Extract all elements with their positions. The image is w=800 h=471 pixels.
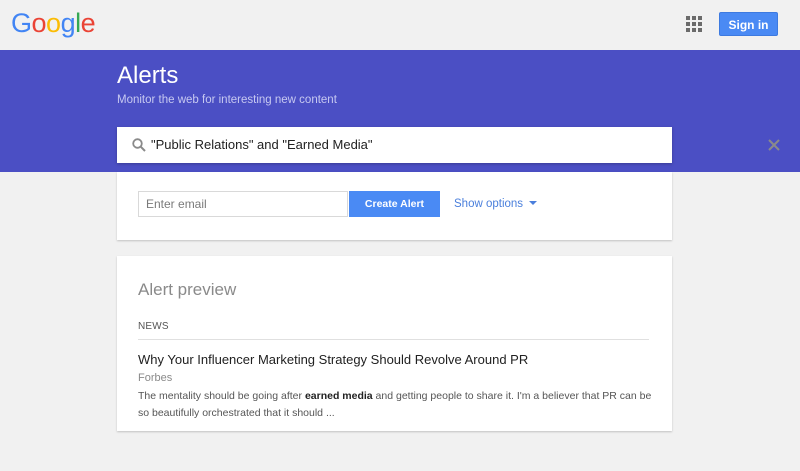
google-logo[interactable]: Google	[11, 8, 96, 38]
create-alert-card: Enter email Create Alert Show options	[117, 172, 672, 240]
search-icon	[132, 138, 146, 152]
chevron-down-icon	[529, 201, 538, 205]
top-bar: Google Sign in	[0, 0, 800, 50]
logo-letter: e	[80, 8, 96, 38]
alert-query-field[interactable]: "Public Relations" and "Earned Media"	[117, 127, 780, 163]
sign-in-button[interactable]: Sign in	[719, 12, 778, 36]
apps-grid-icon[interactable]	[686, 16, 702, 32]
page-subtitle: Monitor the web for interesting new cont…	[117, 94, 337, 106]
divider	[138, 339, 649, 340]
article-title-link[interactable]: Why Your Influencer Marketing Strategy S…	[138, 352, 528, 368]
section-label-news: NEWS	[138, 321, 169, 332]
page-title: Alerts	[117, 62, 179, 89]
logo-letter: o	[46, 8, 61, 38]
email-field[interactable]: Enter email	[138, 191, 348, 217]
show-options-label: Show options	[454, 198, 524, 210]
logo-letter: G	[11, 8, 32, 38]
logo-letter: o	[31, 8, 47, 38]
preview-title: Alert preview	[138, 280, 237, 299]
alert-preview-card: Alert preview NEWS Why Your Influencer M…	[117, 256, 672, 431]
close-icon[interactable]	[767, 138, 781, 152]
snippet-highlight: earned media	[304, 390, 373, 402]
snippet-text: The mentality should be going after	[138, 390, 305, 402]
create-alert-button[interactable]: Create Alert	[349, 191, 440, 217]
article-snippet: The mentality should be going after earn…	[138, 388, 653, 422]
alert-query-text[interactable]: "Public Relations" and "Earned Media"	[151, 137, 373, 153]
logo-letter: g	[60, 8, 76, 38]
article-source: Forbes	[138, 372, 173, 384]
show-options-link[interactable]: Show options	[454, 197, 538, 211]
